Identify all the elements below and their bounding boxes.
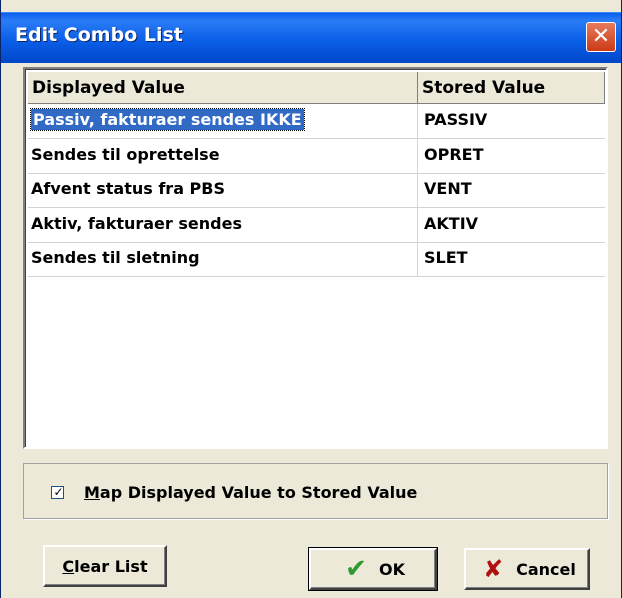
checkmark-icon: ✓ [53,485,64,499]
displayed-value-cell[interactable]: Aktiv, fakturaer sendes [28,208,418,242]
title-bar[interactable]: Edit Combo List ✕ [1,12,621,63]
map-displayed-to-stored-checkbox[interactable]: ✓ [51,485,64,499]
selected-text[interactable]: Passiv, fakturaer sendes IKKE [30,108,305,131]
mnemonic-letter: C [62,556,75,576]
stored-value-cell[interactable]: SLET [418,242,605,276]
edit-combo-list-dialog: Edit Combo List ✕ Displayed Value Stored… [0,0,622,598]
table-row[interactable]: Aktiv, fakturaer sendes AKTIV [28,208,605,243]
close-button[interactable]: ✕ [586,22,616,52]
ok-button[interactable]: ✔ OK [308,547,438,591]
combo-list-table[interactable]: Displayed Value Stored Value Passiv, fak… [23,67,608,449]
table-row[interactable]: Sendes til oprettelse OPRET [28,139,605,174]
displayed-value-cell[interactable]: Sendes til oprettelse [28,139,418,173]
displayed-value-cell[interactable]: Sendes til sletning [28,242,418,276]
displayed-value-cell[interactable]: Passiv, fakturaer sendes IKKE [28,104,418,138]
close-icon: ✕ [591,24,611,49]
column-header-stored-value[interactable]: Stored Value [418,72,605,104]
cancel-button[interactable]: ✘ Cancel [464,548,590,590]
check-icon: ✔ [345,554,367,584]
map-checkbox-label-text: ap Displayed Value to Stored Value [99,483,418,502]
clear-list-label: lear List [74,556,148,576]
map-checkbox-label[interactable]: Map Displayed Value to Stored Value [84,483,417,502]
table-row[interactable]: Afvent status fra PBS VENT [28,173,605,208]
mnemonic-letter: M [84,483,100,502]
table-row[interactable]: Passiv, fakturaer sendes IKKE PASSIV [28,104,605,139]
stored-value-cell[interactable]: AKTIV [418,208,605,242]
table-row[interactable]: Sendes til sletning SLET [28,242,605,277]
ok-label: OK [379,559,405,579]
clear-list-button[interactable]: Clear List [43,545,167,587]
stored-value-cell[interactable]: OPRET [418,139,605,173]
window-title: Edit Combo List [15,24,183,46]
column-header-displayed-value[interactable]: Displayed Value [28,72,418,104]
x-icon: ✘ [483,555,504,583]
stored-value-cell[interactable]: PASSIV [418,104,605,138]
displayed-value-cell[interactable]: Afvent status fra PBS [28,173,418,207]
stored-value-cell[interactable]: VENT [418,173,605,207]
cancel-label: Cancel [516,559,576,579]
